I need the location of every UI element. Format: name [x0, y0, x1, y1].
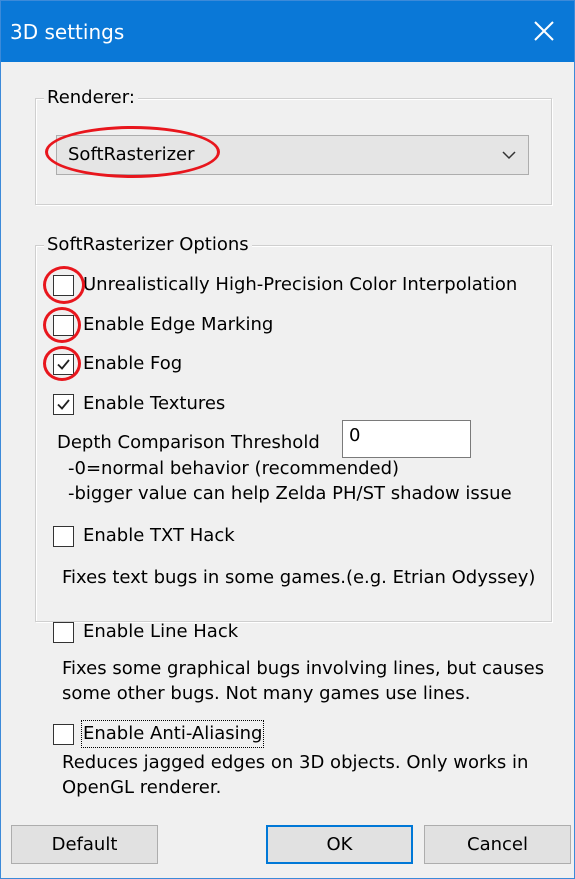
- renderer-select-value: SoftRasterizer: [68, 144, 195, 165]
- anti-aliasing-checkbox[interactable]: [53, 724, 74, 745]
- fog-label: Enable Fog: [83, 353, 183, 374]
- txt-hack-checkbox[interactable]: [53, 526, 74, 547]
- close-icon: [534, 21, 554, 41]
- title-bar[interactable]: 3D settings: [1, 1, 574, 62]
- depth-hint-1: -0=normal behavior (recommended): [68, 458, 400, 479]
- depth-threshold-label: Depth Comparison Threshold: [57, 432, 320, 453]
- line-hack-description-2: some other bugs. Not many games use line…: [62, 683, 471, 704]
- renderer-select[interactable]: SoftRasterizer: [56, 135, 529, 175]
- line-hack-checkbox[interactable]: [53, 622, 74, 643]
- checkmark-icon: [57, 359, 70, 370]
- edge-marking-checkbox[interactable]: [53, 315, 74, 336]
- fog-checkbox[interactable]: [53, 354, 74, 375]
- edge-marking-label: Enable Edge Marking: [83, 314, 274, 335]
- depth-hint-2: -bigger value can help Zelda PH/ST shado…: [68, 483, 512, 504]
- ok-button[interactable]: OK: [266, 825, 413, 864]
- window-title: 3D settings: [10, 20, 125, 44]
- depth-threshold-input[interactable]: 0: [342, 420, 471, 458]
- line-hack-label: Enable Line Hack: [83, 621, 239, 642]
- color-interpolation-checkbox[interactable]: [53, 275, 74, 296]
- txt-hack-label: Enable TXT Hack: [83, 525, 235, 546]
- anti-aliasing-description-2: OpenGL renderer.: [62, 777, 222, 798]
- line-hack-description-1: Fixes some graphical bugs involving line…: [62, 658, 545, 679]
- default-button[interactable]: Default: [11, 825, 158, 864]
- softrasterizer-group-title: SoftRasterizer Options: [44, 234, 252, 256]
- renderer-group: Renderer: SoftRasterizer: [35, 87, 552, 205]
- textures-checkbox[interactable]: [53, 394, 74, 415]
- cancel-button[interactable]: Cancel: [424, 825, 571, 864]
- checkmark-icon: [57, 399, 70, 410]
- color-interpolation-label: Unrealistically High-Precision Color Int…: [83, 274, 518, 295]
- close-button[interactable]: [514, 1, 574, 62]
- settings-dialog: 3D settings Renderer: SoftRasterizer Sof…: [0, 0, 575, 879]
- depth-threshold-value: 0: [349, 425, 361, 446]
- textures-label: Enable Textures: [83, 393, 226, 414]
- renderer-group-title: Renderer:: [44, 87, 138, 109]
- anti-aliasing-label: Enable Anti-Aliasing: [80, 720, 265, 748]
- anti-aliasing-description-1: Reduces jagged edges on 3D objects. Only…: [62, 752, 529, 773]
- txt-hack-description: Fixes text bugs in some games.(e.g. Etri…: [62, 567, 536, 588]
- chevron-down-icon: [502, 151, 516, 160]
